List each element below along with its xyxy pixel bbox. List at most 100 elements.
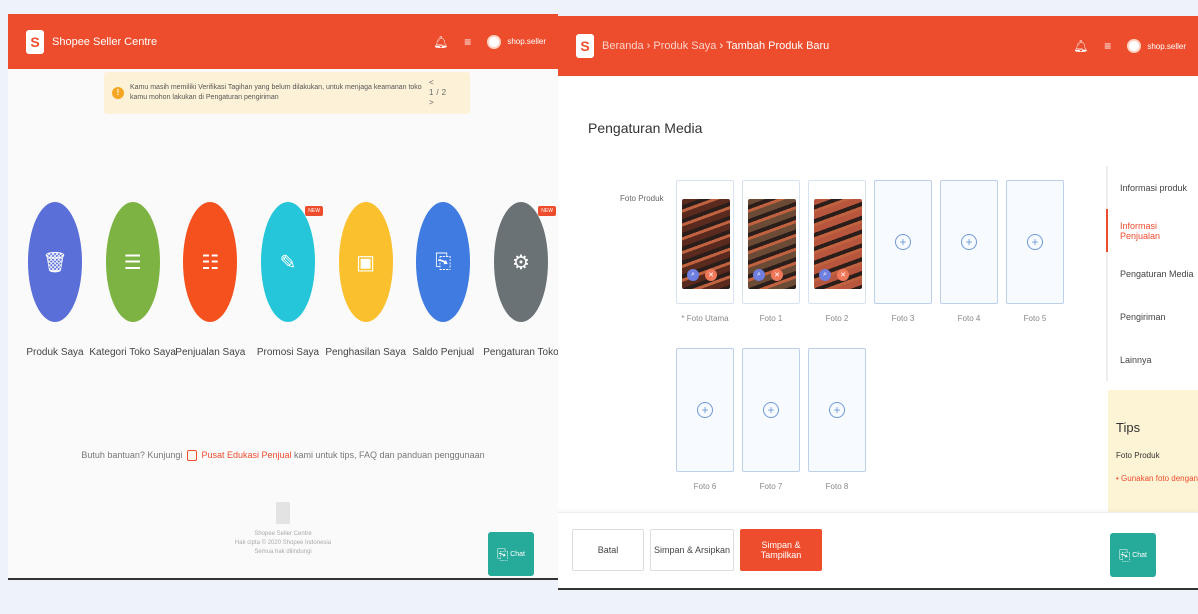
section-nav-item[interactable]: Pengiriman xyxy=(1106,295,1198,338)
menu-label: Pengaturan Toko xyxy=(483,347,558,358)
photo-caption: Foto 1 xyxy=(759,314,783,323)
delete-icon[interactable]: ✕ xyxy=(705,269,717,281)
chat-button[interactable]: ⎘ Chat xyxy=(488,532,534,576)
footer-line-3: Semua hak dilindungi xyxy=(254,549,312,555)
plus-icon: + xyxy=(1027,234,1043,250)
menu-item[interactable]: 🗑 Produk Saya xyxy=(20,202,90,358)
footer: Shopee Seller Centre Hak cipta © 2020 Sh… xyxy=(218,502,348,557)
new-badge: NEW xyxy=(538,206,556,216)
menu-label: Produk Saya xyxy=(26,347,84,358)
photo-caption: Foto 6 xyxy=(693,482,717,491)
breadcrumb: Beranda › Produk Saya › Tambah Produk Ba… xyxy=(602,40,829,52)
shopee-logo-icon[interactable]: S xyxy=(576,34,594,58)
menu-item[interactable]: ⎘ Saldo Penjual xyxy=(408,202,478,358)
plus-icon: + xyxy=(763,402,779,418)
book-icon xyxy=(186,450,197,462)
add-photo-slot[interactable]: + xyxy=(742,348,800,472)
new-badge: NEW xyxy=(305,206,323,216)
add-photo-slot[interactable]: + xyxy=(1006,180,1064,304)
menu-item[interactable]: ✎ NEW Promosi Saya xyxy=(253,202,323,358)
main-menu: 🗑 Produk Saya ☰ Kategori Toko Saya ☷ Penjuala… xyxy=(20,202,558,358)
save-archive-button[interactable]: Simpan & Arsipkan xyxy=(650,529,734,571)
menu-item[interactable]: ☷ Penjualan Saya xyxy=(175,202,245,358)
delete-icon[interactable]: ✕ xyxy=(771,269,783,281)
product-photo[interactable]: ⌕ ✕ xyxy=(676,180,734,304)
menu-item[interactable]: ⚙ NEW Pengaturan Toko xyxy=(483,202,558,358)
zoom-icon[interactable]: ⌕ xyxy=(753,269,765,281)
product-photo[interactable]: ⌕ ✕ xyxy=(808,180,866,304)
menu-label: Penjualan Saya xyxy=(175,347,246,358)
brand-title: Shopee Seller Centre xyxy=(52,35,158,48)
chat-button[interactable]: ⎘ Chat xyxy=(1110,533,1156,577)
section-nav-item[interactable]: Informasi produk xyxy=(1106,166,1198,209)
plus-icon: + xyxy=(829,402,845,418)
section-nav-item[interactable]: Lainnya xyxy=(1106,338,1198,381)
menu-label: Promosi Saya xyxy=(256,347,320,358)
footer-line-1: Shopee Seller Centre xyxy=(254,531,312,537)
username[interactable]: shop.seller xyxy=(1147,42,1186,51)
breadcrumb-current: Tambah Produk Baru xyxy=(725,40,830,52)
product-photo-label: Foto Produk xyxy=(620,194,664,203)
tips-subtitle: Foto Produk xyxy=(1116,451,1160,460)
username[interactable]: shop.seller xyxy=(507,37,546,46)
photo-tools: ⌕ ✕ xyxy=(687,269,717,281)
avatar[interactable] xyxy=(1127,39,1142,53)
shopee-logo-icon[interactable]: S xyxy=(26,29,44,54)
breadcrumb-separator: › xyxy=(719,40,724,52)
zoom-icon[interactable]: ⌕ xyxy=(687,269,699,281)
menu-label: Kategori Toko Saya xyxy=(89,347,176,358)
bell-icon[interactable]: 🔔︎ xyxy=(1073,39,1088,53)
pen-icon[interactable]: ✎ xyxy=(260,202,315,322)
photo-caption: Foto 3 xyxy=(891,314,915,323)
menu-icon[interactable]: ≡ xyxy=(1104,39,1111,53)
zoom-icon[interactable]: ⌕ xyxy=(819,269,831,281)
breadcrumb-separator: › xyxy=(646,40,651,52)
plus-icon: + xyxy=(697,402,713,418)
add-photo-slot[interactable]: + xyxy=(874,180,932,304)
photo-tools: ⌕ ✕ xyxy=(753,269,783,281)
add-product-window: S Beranda › Produk Saya › Tambah Produk … xyxy=(558,16,1198,590)
top-bar: S Beranda › Produk Saya › Tambah Produk … xyxy=(558,16,1198,76)
notice-banner: ! Kamu masih memiliki Verifikasi Tagihan… xyxy=(104,72,470,114)
education-center-link[interactable]: Pusat Edukasi Penjual xyxy=(201,450,291,460)
trash-icon[interactable]: 🗑 xyxy=(28,202,82,322)
clipboard-icon[interactable]: ☷ xyxy=(183,202,238,322)
menu-item[interactable]: ☰ Kategori Toko Saya xyxy=(89,202,176,358)
note-icon[interactable]: ⎘ xyxy=(416,202,471,322)
cancel-button[interactable]: Batal xyxy=(572,529,644,571)
plus-icon: + xyxy=(961,234,977,250)
footer-logo-icon xyxy=(276,502,290,524)
footer-line-2: Hak cipta © 2020 Shopee Indonesia xyxy=(234,540,332,546)
chat-icon: ⎘ xyxy=(1119,546,1131,563)
product-photo[interactable]: ⌕ ✕ xyxy=(742,180,800,304)
warning-icon: ! xyxy=(112,87,124,99)
menu-item[interactable]: ▣ Penghasilan Saya xyxy=(325,202,406,358)
menu-label: Saldo Penjual xyxy=(412,347,475,358)
tips-panel: Tips Foto Produk • Gunakan foto dengan u… xyxy=(1108,390,1198,516)
section-nav-item[interactable]: Pengaturan Media xyxy=(1106,252,1198,295)
gear-icon[interactable]: ⚙ xyxy=(493,202,548,322)
chat-icon: ⎘ xyxy=(497,545,509,562)
section-nav-item[interactable]: Informasi Penjualan xyxy=(1106,209,1198,252)
photo-caption: * Foto Utama xyxy=(681,314,729,323)
bell-icon[interactable]: 🔔︎ xyxy=(433,35,448,49)
tips-text: • Gunakan foto dengan uk xyxy=(1116,474,1198,483)
top-bar: S Shopee Seller Centre 🔔︎ ≡ shop.seller xyxy=(8,14,558,69)
list-icon[interactable]: ☰ xyxy=(105,202,160,322)
breadcrumb-home[interactable]: Beranda xyxy=(602,40,644,52)
save-publish-button[interactable]: Simpan & Tampilkan xyxy=(740,529,822,571)
wallet-icon[interactable]: ▣ xyxy=(338,202,393,322)
notice-pager[interactable]: < 1/2 > xyxy=(429,78,460,108)
help-text: Butuh bantuan? Kunjungi Pusat Edukasi Pe… xyxy=(8,450,558,462)
photo-caption: Foto 5 xyxy=(1023,314,1047,323)
media-settings-panel: Pengaturan Media Foto Produk ⌕ ✕ * Foto Ut… xyxy=(558,76,1086,512)
delete-icon[interactable]: ✕ xyxy=(837,269,849,281)
menu-icon[interactable]: ≡ xyxy=(464,35,471,49)
add-photo-slot[interactable]: + xyxy=(808,348,866,472)
breadcrumb-products[interactable]: Produk Saya xyxy=(653,40,716,52)
add-photo-slot[interactable]: + xyxy=(940,180,998,304)
add-photo-slot[interactable]: + xyxy=(676,348,734,472)
avatar[interactable] xyxy=(487,34,502,49)
section-navigation: Informasi produk Informasi Penjualan Penga… xyxy=(1106,166,1198,381)
action-bar: Batal Simpan & Arsipkan Simpan & Tampilk… xyxy=(558,512,1198,588)
